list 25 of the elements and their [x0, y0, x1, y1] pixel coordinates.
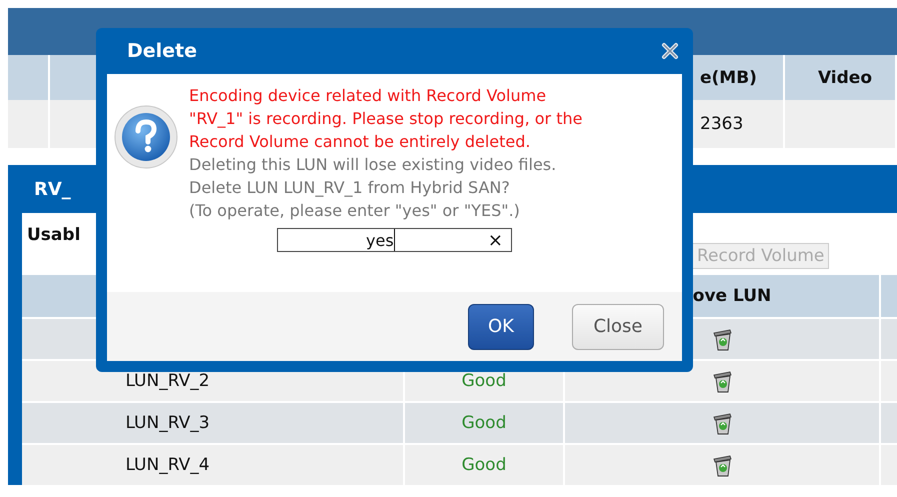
message-text: Deleting this LUN will lose existing video files. [189, 154, 558, 176]
dialog-title: Delete [126, 40, 198, 62]
close-icon[interactable] [660, 41, 680, 61]
table-cell: 2363 [700, 114, 744, 134]
column-header: ove LUN [692, 286, 772, 306]
confirm-input-field[interactable]: yes × [277, 228, 512, 252]
status-text: Good [462, 455, 506, 475]
message-text: Delete LUN LUN_RV_1 from Hybrid SAN? [189, 177, 511, 199]
question-icon [113, 104, 179, 170]
lun-name: LUN_RV_2 [125, 371, 210, 391]
lun-name: LUN_RV_4 [125, 455, 210, 475]
status-text: Good [462, 413, 506, 433]
warning-text: "RV_1" is recording. Please stop recording, or the [189, 108, 582, 130]
lun-name: LUN_RV_3 [125, 413, 210, 433]
column-header: Video [816, 68, 872, 88]
clear-icon[interactable]: × [488, 230, 503, 250]
warning-text: Encoding device related with Record Volume [189, 85, 548, 107]
close-button[interactable]: Close [572, 304, 664, 350]
message-text: (To operate, please enter "yes" or "YES".) [189, 200, 521, 222]
warning-text: Record Volume cannot be entirely deleted. [189, 131, 532, 153]
column-header: e(MB) [700, 68, 757, 88]
panel-title: RV_ [33, 178, 71, 200]
ok-button[interactable]: OK [468, 304, 534, 350]
status-text: Good [462, 371, 506, 391]
usable-label: Usabl [27, 225, 80, 245]
